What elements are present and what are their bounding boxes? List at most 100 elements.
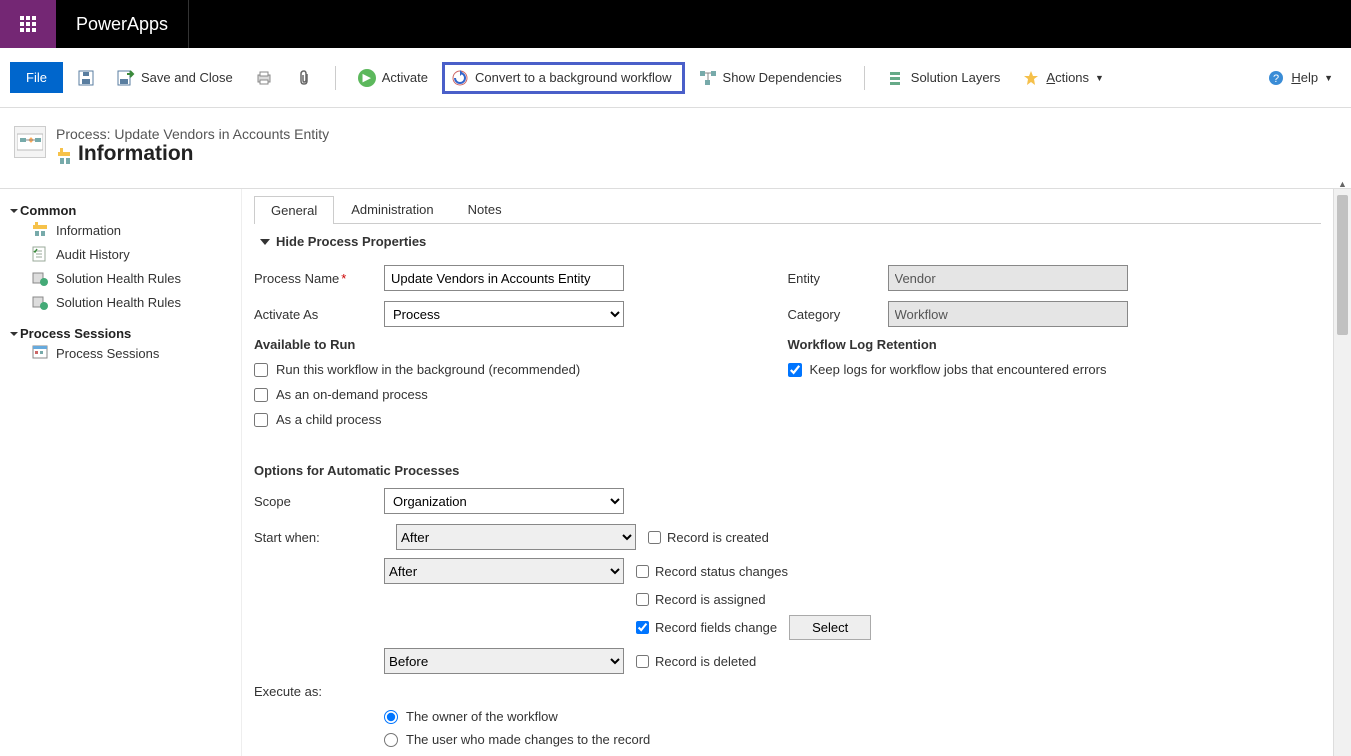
- help-label: Help: [1291, 70, 1318, 85]
- category-input: [888, 301, 1128, 327]
- activate-icon: ▶: [358, 69, 376, 87]
- sidebar-group-process-sessions[interactable]: Process Sessions: [12, 326, 229, 341]
- record-fields-checkbox[interactable]: [636, 621, 649, 634]
- separator: [335, 66, 336, 90]
- chevron-down-icon: ▼: [1095, 73, 1104, 83]
- show-dependencies-button[interactable]: Show Dependencies: [691, 65, 850, 91]
- keep-logs-label: Keep logs for workflow jobs that encount…: [810, 362, 1107, 377]
- record-status-checkbox[interactable]: [636, 565, 649, 578]
- sidebar-item-label: Solution Health Rules: [56, 295, 181, 310]
- start-when-select-3[interactable]: Before: [384, 648, 624, 674]
- on-demand-label: As an on-demand process: [276, 387, 428, 402]
- process-name-input[interactable]: [384, 265, 624, 291]
- content: General Administration Notes Hide Proces…: [242, 189, 1333, 756]
- chevron-down-icon: ▼: [1324, 73, 1333, 83]
- help-button[interactable]: ? Help ▼: [1259, 65, 1341, 91]
- chevron-down-icon: [260, 239, 270, 245]
- process-page-icon: [14, 126, 46, 158]
- entity-input: [888, 265, 1128, 291]
- process-name-label: Process Name*: [254, 271, 384, 286]
- scope-select[interactable]: Organization: [384, 488, 624, 514]
- child-process-label: As a child process: [276, 412, 382, 427]
- save-and-close-button[interactable]: Save and Close: [109, 65, 241, 91]
- sidebar-item-audit-history[interactable]: Audit History: [12, 242, 229, 266]
- tab-general[interactable]: General: [254, 196, 334, 224]
- start-when-select-2[interactable]: After: [384, 558, 624, 584]
- keep-logs-checkbox[interactable]: [788, 363, 802, 377]
- svg-text:?: ?: [1273, 73, 1279, 85]
- attach-button[interactable]: [287, 65, 321, 91]
- main: General Administration Notes Hide Proces…: [242, 189, 1351, 756]
- scope-label: Scope: [254, 494, 384, 509]
- execute-as-user-radio[interactable]: [384, 733, 398, 747]
- start-when-label: Start when:: [254, 530, 384, 545]
- file-button[interactable]: File: [10, 62, 63, 93]
- on-demand-checkbox[interactable]: [254, 388, 268, 402]
- breadcrumb: Process: Update Vendors in Accounts Enti…: [56, 126, 329, 142]
- sidebar-group-common[interactable]: Common: [12, 203, 229, 218]
- page-header: Process: Update Vendors in Accounts Enti…: [0, 112, 1351, 188]
- options-header: Options for Automatic Processes: [254, 463, 1321, 478]
- waffle-icon: [20, 16, 36, 32]
- dependencies-icon: [699, 69, 717, 87]
- app-name: PowerApps: [56, 14, 188, 35]
- execute-as-owner-radio[interactable]: [384, 710, 398, 724]
- execute-as-user-label: The user who made changes to the record: [406, 732, 650, 747]
- child-process-checkbox[interactable]: [254, 413, 268, 427]
- topbar-divider: [188, 0, 189, 48]
- sidebar-item-solution-health-1[interactable]: Solution Health Rules: [12, 266, 229, 290]
- print-button[interactable]: [247, 65, 281, 91]
- sidebar-item-label: Solution Health Rules: [56, 271, 181, 286]
- actions-label: Actions: [1046, 70, 1089, 85]
- tabs: General Administration Notes: [254, 195, 1321, 224]
- convert-label: Convert to a background workflow: [475, 70, 672, 85]
- log-retention-header: Workflow Log Retention: [788, 337, 1292, 352]
- record-status-label: Record status changes: [655, 564, 788, 579]
- sidebar-item-process-sessions[interactable]: Process Sessions: [12, 341, 229, 365]
- convert-workflow-button[interactable]: Convert to a background workflow: [442, 62, 685, 94]
- dependencies-label: Show Dependencies: [723, 70, 842, 85]
- run-background-checkbox[interactable]: [254, 363, 268, 377]
- separator: [864, 66, 865, 90]
- body: Common Information Audit History Solutio…: [0, 188, 1351, 756]
- app-launcher[interactable]: [0, 0, 56, 48]
- run-background-label: Run this workflow in the background (rec…: [276, 362, 580, 377]
- solution-layers-button[interactable]: Solution Layers: [879, 65, 1009, 91]
- start-when-select-1[interactable]: After: [396, 524, 636, 550]
- entity-label: Entity: [788, 271, 888, 286]
- scroll-thumb[interactable]: [1337, 195, 1348, 335]
- record-assigned-checkbox[interactable]: [636, 593, 649, 606]
- record-assigned-label: Record is assigned: [655, 592, 766, 607]
- record-deleted-checkbox[interactable]: [636, 655, 649, 668]
- page-title: Information: [78, 142, 194, 166]
- info-icon: [56, 146, 72, 162]
- execute-as-label: Execute as:: [254, 684, 384, 699]
- category-label: Category: [788, 307, 888, 322]
- record-created-checkbox[interactable]: [648, 531, 661, 544]
- save-button[interactable]: [69, 65, 103, 91]
- sidebar-item-label: Process Sessions: [56, 346, 159, 361]
- tab-notes[interactable]: Notes: [451, 195, 519, 223]
- save-close-label: Save and Close: [141, 70, 233, 85]
- sidebar: Common Information Audit History Solutio…: [0, 189, 242, 756]
- save-close-icon: [117, 69, 135, 87]
- actions-menu[interactable]: Actions ▼: [1014, 65, 1112, 91]
- available-to-run-header: Available to Run: [254, 337, 758, 352]
- convert-icon: [451, 69, 469, 87]
- select-fields-button[interactable]: Select: [789, 615, 871, 640]
- layers-label: Solution Layers: [911, 70, 1001, 85]
- activate-button[interactable]: ▶ Activate: [350, 65, 436, 91]
- tab-administration[interactable]: Administration: [334, 195, 450, 223]
- command-bar: File Save and Close ▶ Activate Convert t…: [0, 48, 1351, 108]
- activate-as-select[interactable]: Process: [384, 301, 624, 327]
- record-fields-label: Record fields change: [655, 620, 777, 635]
- hide-process-properties-toggle[interactable]: Hide Process Properties: [254, 230, 1321, 253]
- sidebar-item-information[interactable]: Information: [12, 218, 229, 242]
- sidebar-item-solution-health-2[interactable]: Solution Health Rules: [12, 290, 229, 314]
- print-icon: [255, 69, 273, 87]
- paperclip-icon: [295, 69, 313, 87]
- scroll-up-icon: ▲: [1334, 179, 1351, 189]
- scrollbar[interactable]: ▲: [1333, 189, 1351, 756]
- top-bar: PowerApps: [0, 0, 1351, 48]
- actions-icon: [1022, 69, 1040, 87]
